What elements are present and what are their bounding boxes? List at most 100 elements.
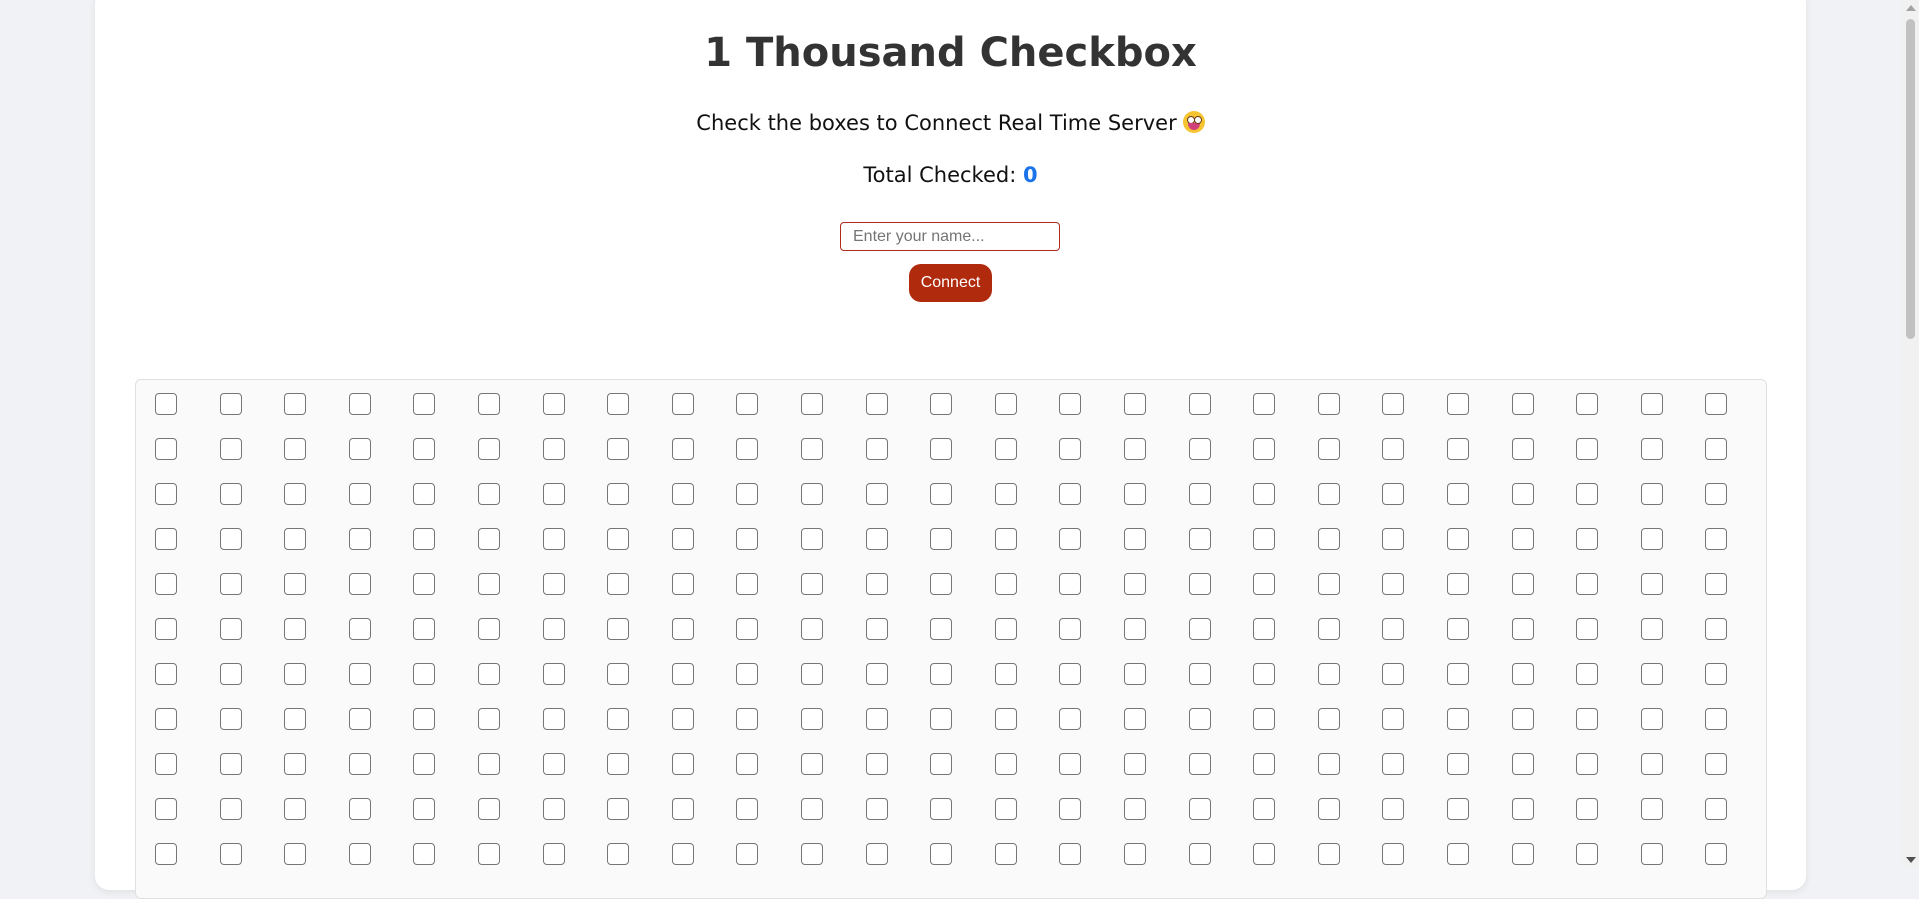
checkbox[interactable]: [542, 483, 565, 505]
checkbox[interactable]: [1059, 663, 1082, 685]
checkbox[interactable]: [542, 573, 565, 595]
checkbox[interactable]: [801, 843, 823, 865]
checkbox[interactable]: [1382, 573, 1405, 595]
checkbox[interactable]: [348, 438, 371, 460]
checkbox[interactable]: [413, 573, 436, 595]
checkbox[interactable]: [284, 618, 307, 640]
checkbox[interactable]: [1382, 708, 1405, 730]
checkbox[interactable]: [219, 393, 242, 415]
checkbox[interactable]: [1640, 843, 1663, 865]
checkbox[interactable]: [736, 438, 759, 460]
checkbox[interactable]: [478, 483, 500, 505]
checkbox[interactable]: [542, 798, 565, 820]
checkbox[interactable]: [284, 438, 307, 460]
checkbox[interactable]: [1447, 393, 1469, 415]
checkbox[interactable]: [994, 438, 1017, 460]
checkbox[interactable]: [1705, 708, 1728, 730]
checkbox[interactable]: [155, 438, 177, 460]
checkbox[interactable]: [1705, 753, 1728, 775]
checkbox[interactable]: [413, 483, 436, 505]
checkbox[interactable]: [1317, 483, 1340, 505]
checkbox[interactable]: [1511, 753, 1534, 775]
checkbox[interactable]: [348, 843, 371, 865]
checkbox[interactable]: [155, 393, 177, 415]
checkbox[interactable]: [930, 438, 953, 460]
checkbox[interactable]: [1059, 753, 1082, 775]
checkbox[interactable]: [1640, 753, 1663, 775]
checkbox[interactable]: [219, 438, 242, 460]
checkbox[interactable]: [801, 393, 823, 415]
checkbox[interactable]: [1640, 618, 1663, 640]
checkbox[interactable]: [1576, 843, 1599, 865]
vertical-scrollbar[interactable]: [1902, 0, 1919, 868]
checkbox[interactable]: [1317, 393, 1340, 415]
checkbox[interactable]: [1705, 843, 1728, 865]
checkbox[interactable]: [1188, 528, 1211, 550]
checkbox[interactable]: [1059, 393, 1082, 415]
checkbox[interactable]: [1640, 393, 1663, 415]
checkbox[interactable]: [607, 663, 630, 685]
checkbox[interactable]: [1059, 843, 1082, 865]
checkbox[interactable]: [413, 843, 436, 865]
checkbox[interactable]: [1382, 483, 1405, 505]
checkbox[interactable]: [736, 753, 759, 775]
scroll-down-arrow-icon[interactable]: [1906, 857, 1916, 863]
checkbox[interactable]: [1188, 708, 1211, 730]
checkbox[interactable]: [542, 663, 565, 685]
checkbox[interactable]: [1124, 573, 1146, 595]
checkbox[interactable]: [219, 753, 242, 775]
checkbox[interactable]: [671, 393, 694, 415]
checkbox[interactable]: [348, 708, 371, 730]
checkbox[interactable]: [1317, 798, 1340, 820]
checkbox[interactable]: [155, 528, 177, 550]
checkbox[interactable]: [348, 483, 371, 505]
checkbox[interactable]: [607, 483, 630, 505]
checkbox[interactable]: [865, 438, 888, 460]
checkbox[interactable]: [284, 483, 307, 505]
checkbox[interactable]: [930, 528, 953, 550]
checkbox[interactable]: [607, 753, 630, 775]
checkbox[interactable]: [671, 753, 694, 775]
checkbox[interactable]: [930, 753, 953, 775]
checkbox[interactable]: [736, 393, 759, 415]
checkbox[interactable]: [542, 708, 565, 730]
checkbox[interactable]: [478, 438, 500, 460]
checkbox[interactable]: [284, 573, 307, 595]
checkbox[interactable]: [1511, 483, 1534, 505]
checkbox[interactable]: [1188, 843, 1211, 865]
checkbox[interactable]: [801, 663, 823, 685]
checkbox[interactable]: [155, 618, 177, 640]
checkbox[interactable]: [542, 393, 565, 415]
checkbox[interactable]: [1188, 483, 1211, 505]
checkbox[interactable]: [1576, 393, 1599, 415]
checkbox[interactable]: [1317, 438, 1340, 460]
checkbox[interactable]: [994, 618, 1017, 640]
checkbox[interactable]: [219, 573, 242, 595]
checkbox[interactable]: [1640, 438, 1663, 460]
checkbox[interactable]: [1124, 618, 1146, 640]
checkbox[interactable]: [1705, 528, 1728, 550]
checkbox[interactable]: [1447, 708, 1469, 730]
checkbox[interactable]: [1188, 438, 1211, 460]
checkbox[interactable]: [1576, 663, 1599, 685]
checkbox[interactable]: [413, 618, 436, 640]
checkbox[interactable]: [801, 798, 823, 820]
checkbox[interactable]: [1253, 753, 1276, 775]
checkbox[interactable]: [542, 843, 565, 865]
checkbox[interactable]: [348, 618, 371, 640]
checkbox[interactable]: [1253, 618, 1276, 640]
checkbox[interactable]: [1188, 753, 1211, 775]
checkbox[interactable]: [348, 753, 371, 775]
checkbox[interactable]: [1253, 573, 1276, 595]
checkbox[interactable]: [994, 708, 1017, 730]
checkbox[interactable]: [1188, 618, 1211, 640]
checkbox[interactable]: [478, 663, 500, 685]
checkbox[interactable]: [671, 618, 694, 640]
checkbox[interactable]: [865, 528, 888, 550]
checkbox[interactable]: [348, 528, 371, 550]
checkbox[interactable]: [542, 618, 565, 640]
scroll-up-arrow-icon[interactable]: [1906, 5, 1916, 11]
checkbox[interactable]: [478, 708, 500, 730]
checkbox[interactable]: [1640, 708, 1663, 730]
checkbox[interactable]: [1317, 573, 1340, 595]
